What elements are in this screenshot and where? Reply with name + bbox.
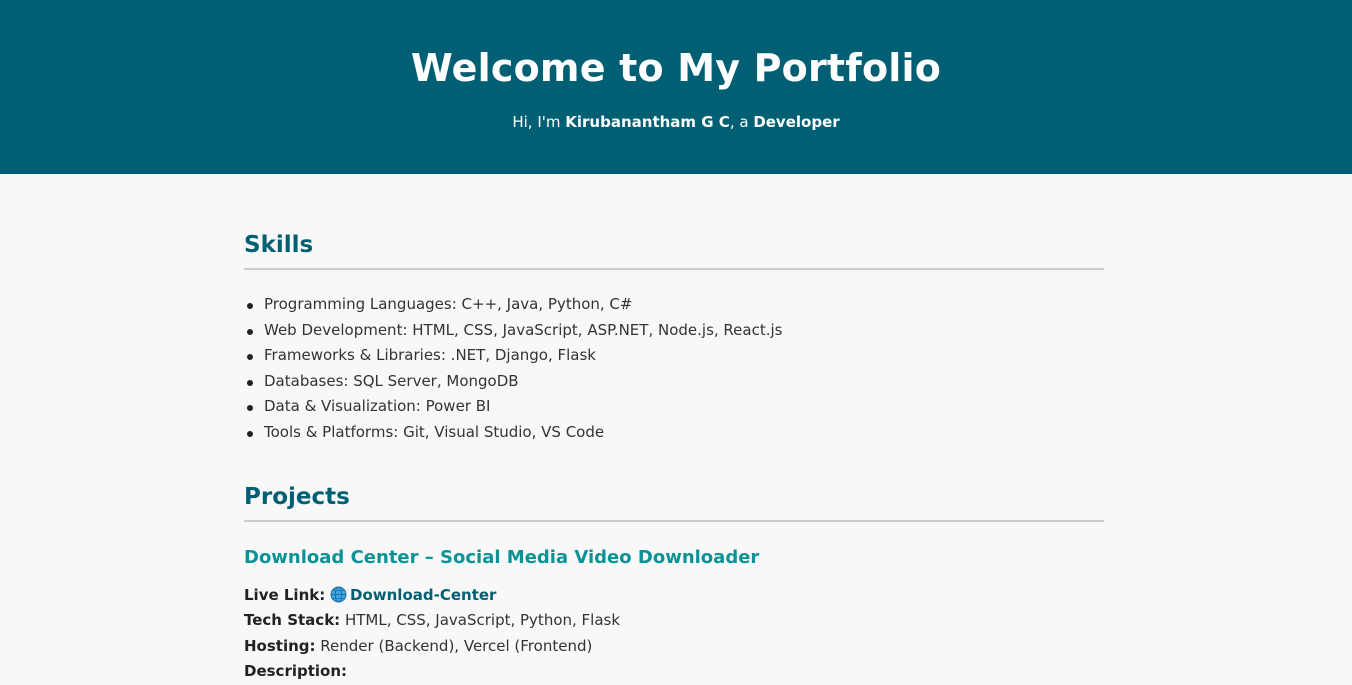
tech-stack-label: Tech Stack: <box>244 611 341 630</box>
bullet-icon <box>247 354 253 361</box>
list-item: Tools & Platforms: Git, Visual Studio, V… <box>244 420 1104 446</box>
bullet-icon <box>247 328 253 335</box>
skills-list: Programming Languages: C++, Java, Python… <box>244 292 1104 446</box>
owner-name: Kirubanantham G C <box>565 113 730 131</box>
list-item: Databases: SQL Server, MongoDB <box>244 369 1104 395</box>
skill-text: Data & Visualization: Power BI <box>264 397 491 416</box>
live-link-row: Live Link: Download-Center <box>244 583 1104 609</box>
main-content: Skills Programming Languages: C++, Java,… <box>244 174 1104 685</box>
intro-middle: , a <box>729 113 754 131</box>
skill-text: Tools & Platforms: Git, Visual Studio, V… <box>264 422 605 441</box>
bullet-icon <box>247 303 253 309</box>
skills-heading: Skills <box>244 230 1104 270</box>
hosting-value: Render (Backend), Vercel (Frontend) <box>320 636 593 655</box>
hosting-row: Hosting: Render (Backend), Vercel (Front… <box>244 634 1104 660</box>
globe-icon <box>330 586 347 603</box>
page-header: Welcome to My Portfolio Hi, I'm Kirubana… <box>0 0 1352 174</box>
hosting-label: Hosting: <box>244 636 316 655</box>
tech-stack-value: HTML, CSS, JavaScript, Python, Flask <box>344 611 621 630</box>
list-item: Frameworks & Libraries: .NET, Django, Fl… <box>244 343 1104 369</box>
intro-prefix: Hi, I'm <box>512 113 566 131</box>
skill-text: Databases: SQL Server, MongoDB <box>264 371 519 390</box>
description-label: Description: <box>244 662 348 681</box>
description-row: Description: <box>244 659 1104 685</box>
bullet-icon <box>247 430 253 437</box>
live-link-text: Download-Center <box>350 585 497 604</box>
list-item: Programming Languages: C++, Java, Python… <box>244 292 1104 318</box>
project-title: Download Center – Social Media Video Dow… <box>244 546 760 568</box>
skill-text: Programming Languages: C++, Java, Python… <box>264 295 633 313</box>
live-link-label: Live Link: <box>244 585 326 604</box>
projects-section: Projects Download Center – Social Media … <box>244 482 1104 685</box>
tech-stack-row: Tech Stack: HTML, CSS, JavaScript, Pytho… <box>244 608 1104 634</box>
intro-text: Hi, I'm Kirubanantham G C, a Developer <box>0 111 1352 133</box>
list-item: Web Development: HTML, CSS, JavaScript, … <box>244 318 1104 344</box>
skill-text: Web Development: HTML, CSS, JavaScript, … <box>264 320 783 339</box>
owner-role: Developer <box>753 113 840 131</box>
skill-text: Frameworks & Libraries: .NET, Django, Fl… <box>264 346 596 365</box>
bullet-icon <box>247 379 253 386</box>
skills-section: Skills Programming Languages: C++, Java,… <box>244 230 1104 446</box>
live-link[interactable]: Download-Center <box>330 586 496 604</box>
page-title: Welcome to My Portfolio <box>410 46 942 90</box>
list-item: Data & Visualization: Power BI <box>244 394 1104 420</box>
projects-heading: Projects <box>244 482 1104 522</box>
bullet-icon <box>247 405 253 412</box>
project-details: Live Link: Download-Center Tech Stack: H… <box>244 583 1104 685</box>
